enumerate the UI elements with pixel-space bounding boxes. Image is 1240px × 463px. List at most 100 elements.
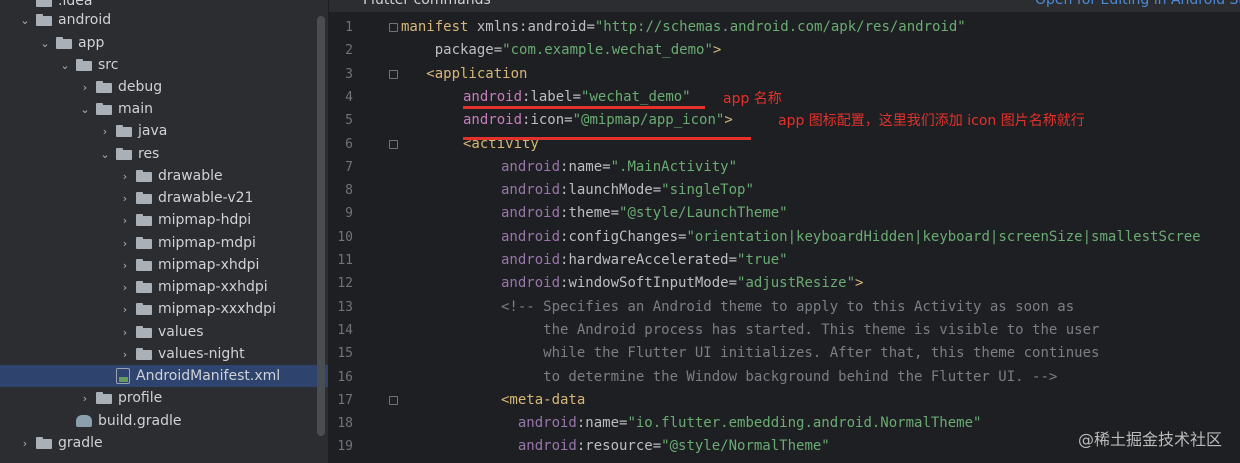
- tree-item[interactable]: › profile: [0, 387, 328, 409]
- code-line: <activity: [463, 133, 539, 156]
- chevron-right-icon[interactable]: ›: [98, 124, 112, 138]
- tree-item[interactable]: › java: [0, 120, 328, 142]
- tree-item[interactable]: › mipmap-xxhdpi: [0, 276, 328, 298]
- line-number: 18: [337, 416, 353, 432]
- folder-icon: [136, 192, 152, 204]
- tree-item[interactable]: › drawable: [0, 165, 328, 187]
- code-token: to determine the Window background behin…: [501, 368, 1058, 385]
- chevron-right-icon[interactable]: ›: [118, 325, 132, 339]
- code-token: android: [463, 112, 523, 129]
- tree-item-label: app: [78, 35, 105, 51]
- chevron-right-icon[interactable]: ›: [118, 191, 132, 205]
- folder-icon: [116, 148, 132, 160]
- tree-item[interactable]: › values: [0, 321, 328, 343]
- line-number: 3: [345, 66, 353, 82]
- chevron-right-icon[interactable]: ›: [78, 391, 92, 405]
- fold-marker-icon[interactable]: [389, 395, 398, 405]
- code-token: >: [712, 42, 722, 59]
- code-line: the Android process has started. This th…: [501, 319, 1099, 342]
- chevron-right-icon[interactable]: ›: [118, 347, 132, 361]
- tree-item[interactable]: ⌄ src: [0, 54, 328, 76]
- fold-marker-icon[interactable]: [389, 23, 398, 32]
- label-underline: [463, 106, 705, 109]
- chevron-right-icon[interactable]: ›: [18, 436, 32, 450]
- chevron-down-icon[interactable]: ⌄: [18, 13, 32, 27]
- chevron-right-icon[interactable]: ›: [118, 302, 132, 316]
- fold-marker-icon[interactable]: [389, 139, 398, 149]
- folder-icon: [96, 392, 112, 404]
- code-token: android: [501, 182, 561, 199]
- code-token: "wechat_demo": [581, 88, 691, 105]
- tree-item-label: mipmap-xxxhdpi: [158, 301, 276, 317]
- tree-item[interactable]: › values-night: [0, 343, 328, 365]
- flutter-commands-label[interactable]: Flutter commands: [363, 0, 491, 8]
- line-number: 17: [337, 392, 353, 408]
- tree-item-label: values-night: [158, 346, 245, 362]
- folder-icon: [136, 281, 152, 293]
- folder-icon: [36, 0, 52, 7]
- code-token: :resource=: [576, 438, 662, 455]
- folder-icon: [96, 81, 112, 93]
- chevron-down-icon[interactable]: ⌄: [78, 102, 92, 116]
- chevron-right-icon[interactable]: ›: [118, 280, 132, 294]
- tree-item[interactable]: ⌄ main: [0, 98, 328, 120]
- tree-item[interactable]: ›AndroidManifest.xml: [0, 365, 328, 387]
- code-line: android:configChanges="orientation|keybo…: [501, 226, 1201, 249]
- code-token: "com.example.wechat_demo": [502, 42, 713, 59]
- line-number: 11: [337, 253, 353, 268]
- chevron-right-icon[interactable]: ›: [118, 169, 132, 183]
- editor-header: Flutter commands Open for Editing in And…: [329, 0, 1240, 12]
- tree-item[interactable]: › drawable-v21: [0, 187, 328, 209]
- code-token: "@style/LaunchTheme": [619, 205, 788, 222]
- chevron-right-icon[interactable]: ›: [118, 213, 132, 227]
- code-token: >: [724, 112, 733, 129]
- line-number: 12: [337, 276, 353, 292]
- icon-underline: [463, 137, 751, 140]
- code-line: android:launchMode="singleTop": [501, 179, 754, 202]
- code-token: >: [855, 275, 864, 292]
- folder-icon: [136, 237, 152, 249]
- chevron-down-icon[interactable]: ⌄: [38, 36, 52, 50]
- code-token: while the Flutter UI initializes. After …: [501, 345, 1100, 362]
- code-token: "@style/NormalTheme": [661, 438, 830, 455]
- chevron-down-icon[interactable]: ⌄: [98, 147, 112, 161]
- code-token: android: [501, 228, 561, 245]
- code-line: package="com.example.wechat_demo">: [401, 39, 722, 62]
- project-tree-scrollbar[interactable]: [317, 16, 325, 436]
- folder-icon: [36, 14, 52, 26]
- chevron-right-icon[interactable]: ›: [78, 80, 92, 94]
- label-annotation: app 名称: [723, 91, 782, 107]
- tree-item[interactable]: › debug: [0, 76, 328, 98]
- line-number: 15: [337, 346, 353, 362]
- tree-item[interactable]: › gradle: [0, 432, 328, 454]
- code-line: android:icon="@mipmap/app_icon">: [463, 109, 733, 132]
- tree-item-label: mipmap-hdpi: [158, 212, 252, 228]
- chevron-right-icon[interactable]: ›: [118, 258, 132, 272]
- code-token: "io.flutter.embedding.android.NormalThem…: [627, 415, 982, 432]
- tree-item[interactable]: › mipmap-hdpi: [0, 209, 328, 231]
- tree-item[interactable]: ⌄ app: [0, 32, 328, 54]
- line-number: 13: [337, 299, 353, 315]
- tree-item[interactable]: ›build.gradle: [0, 410, 328, 432]
- code-token: :name=: [576, 415, 628, 432]
- tree-item[interactable]: › mipmap-xxxhdpi: [0, 298, 328, 320]
- folder-icon: [136, 259, 152, 271]
- code-editor[interactable]: Flutter commands Open for Editing in And…: [329, 0, 1240, 463]
- code-token: :theme=: [560, 205, 620, 222]
- open-in-android-studio-link[interactable]: Open for Editing in Android St: [1035, 0, 1240, 8]
- code-line: android:windowSoftInputMode="adjustResiz…: [501, 272, 863, 295]
- tree-item[interactable]: › mipmap-xhdpi: [0, 254, 328, 276]
- line-number: 7: [345, 159, 353, 175]
- chevron-down-icon[interactable]: ⌄: [58, 58, 72, 72]
- fold-marker-icon[interactable]: [389, 69, 398, 79]
- code-token: <meta-data: [501, 391, 586, 408]
- code-token: "orientation|keyboardHidden|keyboard|scr…: [686, 228, 1201, 245]
- tree-item[interactable]: ⌄ res: [0, 143, 328, 165]
- tree-item-label: mipmap-xxhdpi: [158, 279, 268, 295]
- tree-item[interactable]: ⌄ android: [0, 9, 328, 31]
- code-token: android: [501, 415, 577, 432]
- tree-item[interactable]: › mipmap-mdpi: [0, 232, 328, 254]
- tree-item-label: java: [138, 123, 168, 139]
- line-number: 9: [345, 206, 353, 222]
- chevron-right-icon[interactable]: ›: [118, 236, 132, 250]
